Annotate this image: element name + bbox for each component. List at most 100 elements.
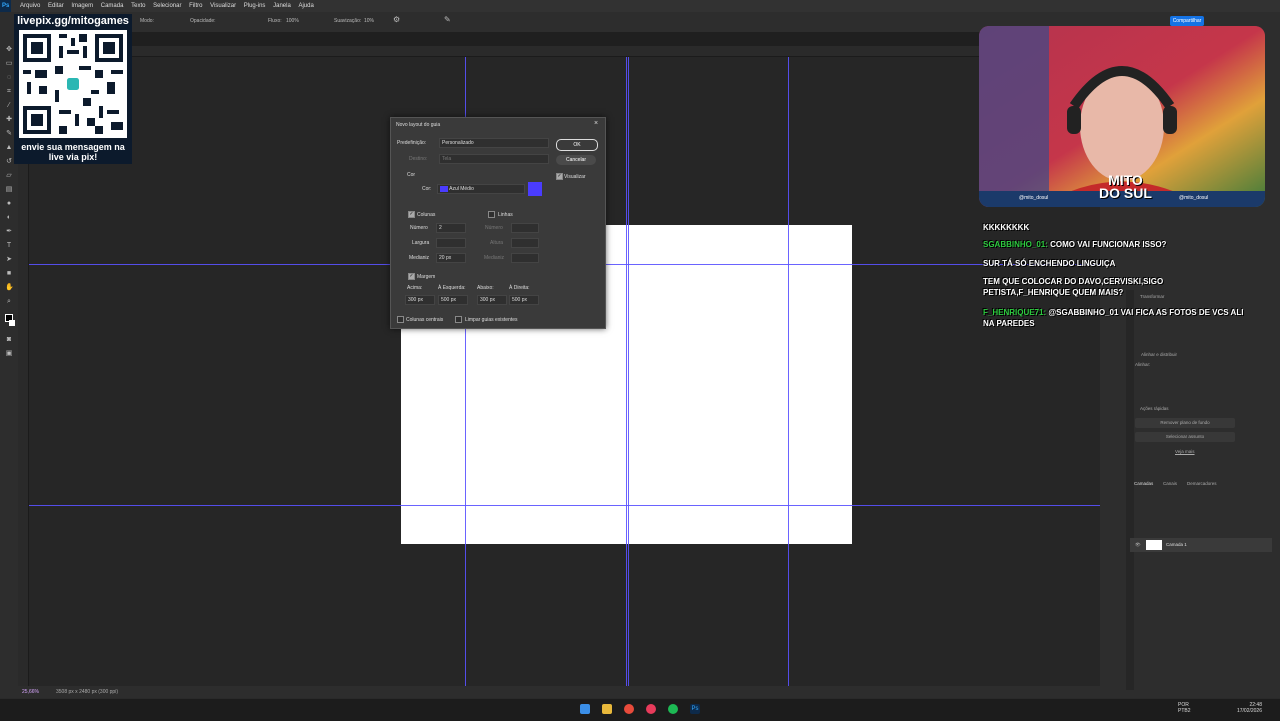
brush-icon[interactable]: ✎ — [444, 15, 451, 24]
photoshop-taskbar-icon[interactable]: Ps — [690, 704, 700, 714]
eye-icon[interactable]: 👁 — [1135, 542, 1141, 548]
center-columns-checkbox[interactable] — [397, 316, 404, 323]
eraser-tool-icon[interactable]: ▱ — [5, 172, 13, 179]
document-tabs — [0, 32, 1100, 46]
close-icon[interactable]: × — [594, 120, 598, 127]
rows-height-input[interactable] — [511, 238, 539, 248]
handle-right: @mito_dosul — [1179, 195, 1209, 201]
see-more-link[interactable]: Veja mais — [1175, 449, 1195, 454]
photoshop-logo[interactable]: Ps — [0, 0, 12, 12]
tab-layers[interactable]: Camadas — [1134, 481, 1153, 486]
align-label: Alinhar: — [1135, 362, 1151, 367]
screen-mode-icon[interactable]: ▣ — [5, 350, 13, 357]
tab-paths[interactable]: Demarcadores — [1187, 481, 1217, 486]
spotify-icon[interactable] — [668, 704, 678, 714]
pen-tool-icon[interactable]: ✒ — [5, 228, 13, 235]
dodge-tool-icon[interactable]: ◐ — [5, 214, 13, 221]
menu-camada[interactable]: Camada — [98, 0, 127, 12]
share-button[interactable]: Compartilhar — [1170, 16, 1204, 26]
app-icon[interactable] — [646, 704, 656, 714]
heal-tool-icon[interactable]: ✚ — [5, 116, 13, 123]
shape-tool-icon[interactable]: ■ — [5, 270, 13, 277]
quick-mask-icon[interactable]: ◙ — [5, 336, 13, 343]
preview-checkbox[interactable]: ✓ — [556, 173, 563, 180]
layer-row[interactable]: 👁 Camada 1 — [1130, 538, 1272, 552]
menu-imagem[interactable]: Imagem — [68, 0, 96, 12]
cancel-button[interactable]: Cancelar — [556, 155, 596, 165]
chrome-icon[interactable] — [624, 704, 634, 714]
guide-vertical[interactable] — [788, 57, 789, 686]
layer-name[interactable]: Camada 1 — [1166, 542, 1187, 547]
columns-number-input[interactable]: 2 — [436, 223, 466, 233]
color-swatch[interactable] — [528, 182, 542, 196]
rows-checkbox[interactable] — [488, 211, 495, 218]
windows-start-icon[interactable] — [580, 704, 590, 714]
color-select[interactable]: Azul Médio — [437, 184, 525, 194]
new-guide-layout-dialog: Novo layout do guia × Predefinição: Pers… — [390, 117, 606, 329]
file-explorer-icon[interactable] — [602, 704, 612, 714]
move-tool-icon[interactable]: ✥ — [5, 46, 13, 53]
lasso-tool-icon[interactable]: ◌ — [5, 74, 13, 81]
menu-ajuda[interactable]: Ajuda — [295, 0, 316, 12]
blur-tool-icon[interactable]: ● — [5, 200, 13, 207]
preset-select[interactable]: Personalizado — [439, 138, 549, 148]
stamp-tool-icon[interactable]: ▲ — [5, 144, 13, 151]
language-indicator[interactable]: POR PTB2 — [1178, 702, 1191, 714]
zoom-level[interactable]: 25,66% — [22, 686, 39, 698]
margin-left-input[interactable]: 500 px — [438, 295, 468, 305]
margin-right-input[interactable]: 500 px — [509, 295, 539, 305]
marquee-tool-icon[interactable]: ▭ — [5, 60, 13, 67]
clock[interactable]: 22:48 17/02/2026 — [1230, 702, 1262, 714]
zoom-tool-icon[interactable]: ⌕ — [5, 298, 13, 305]
menu-janela[interactable]: Janela — [270, 0, 294, 12]
columns-checkbox[interactable]: ✓ — [408, 211, 415, 218]
chat-message: F_HENRIQUE71: @SGABBINHO_01 VAI FICA AS … — [983, 308, 1244, 328]
smoothing-value[interactable]: 10% — [364, 18, 374, 24]
menu-arquivo[interactable]: Arquivo — [17, 0, 43, 12]
flow-value[interactable]: 100% — [286, 18, 299, 24]
menu-visualizar[interactable]: Visualizar — [207, 0, 239, 12]
remove-background-button[interactable]: Remover plano de fundo — [1135, 418, 1235, 428]
gear-icon[interactable]: ⚙ — [393, 15, 400, 24]
quick-actions-section[interactable]: Ações rápidas — [1140, 406, 1169, 411]
margin-checkbox[interactable]: ✓ — [408, 273, 415, 280]
ruler-top[interactable] — [28, 46, 1100, 57]
eyedropper-tool-icon[interactable]: ⁄ — [5, 102, 13, 109]
guide-vertical[interactable] — [628, 57, 629, 686]
menu-plugins[interactable]: Plug-ins — [241, 0, 269, 12]
tab-channels[interactable]: Canais — [1163, 481, 1177, 486]
guide-vertical[interactable] — [626, 57, 627, 686]
channel-brand: MITO DO SUL — [1099, 173, 1152, 200]
rows-number-input[interactable] — [511, 223, 539, 233]
color-section-label: Cor — [407, 172, 416, 178]
path-select-icon[interactable]: ➤ — [5, 256, 13, 263]
margin-bottom-input[interactable]: 300 px — [477, 295, 507, 305]
history-brush-icon[interactable]: ↺ — [5, 158, 13, 165]
columns-gutter-input[interactable]: 20 px — [436, 253, 466, 263]
target-select[interactable]: Tela — [439, 154, 549, 164]
brush-tool-icon[interactable]: ✎ — [5, 130, 13, 137]
clear-guides-checkbox[interactable] — [455, 316, 462, 323]
color-label: Cor: — [422, 186, 432, 192]
panel-icons-strip — [1126, 290, 1134, 690]
menu-editar[interactable]: Editar — [45, 0, 67, 12]
document-size: 3508 px x 2480 px (300 ppi) — [56, 689, 118, 695]
menu-selecionar[interactable]: Selecionar — [150, 0, 184, 12]
type-tool-icon[interactable]: T — [5, 242, 13, 249]
margin-top-input[interactable]: 300 px — [405, 295, 435, 305]
rows-gutter-label: Medianiz — [484, 255, 505, 261]
align-section[interactable]: Alinhar e distribuir — [1141, 352, 1177, 357]
guide-horizontal[interactable] — [29, 505, 1100, 506]
hand-tool-icon[interactable]: ✋ — [5, 284, 14, 291]
dialog-title: Novo layout do guia — [396, 122, 441, 128]
columns-width-input[interactable] — [436, 238, 466, 248]
select-subject-button[interactable]: Selecionar assunto — [1135, 432, 1235, 442]
preview-label: Visualizar — [564, 174, 586, 180]
menu-filtro[interactable]: Filtro — [186, 0, 205, 12]
background-color-swatch[interactable] — [9, 320, 15, 326]
ok-button[interactable]: OK — [556, 139, 598, 151]
menu-texto[interactable]: Texto — [128, 0, 148, 12]
gradient-tool-icon[interactable]: ▤ — [5, 186, 13, 193]
rows-gutter-input[interactable] — [511, 253, 539, 263]
crop-tool-icon[interactable]: ⌗ — [5, 88, 13, 95]
